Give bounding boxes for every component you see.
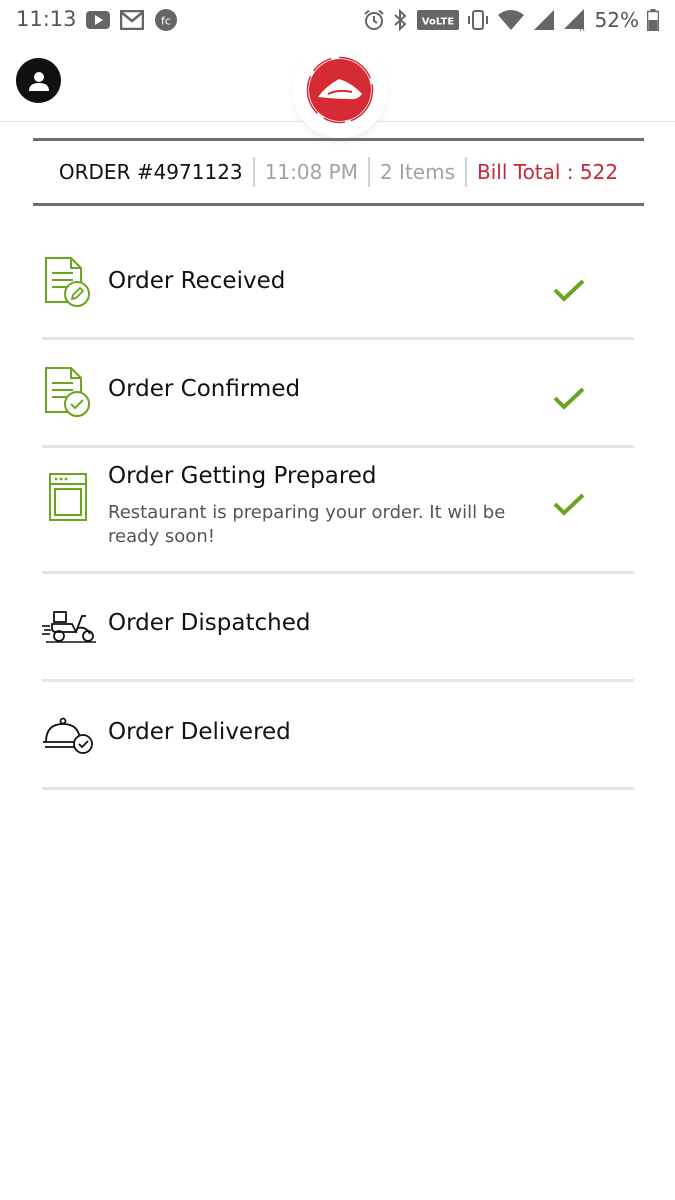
- order-time: 11:08 PM: [264, 160, 358, 184]
- document-check-icon: [42, 366, 94, 418]
- tracker-step-received: Order Received: [42, 232, 634, 340]
- battery-percentage: 52%: [594, 8, 639, 32]
- user-icon: [28, 71, 49, 91]
- order-summary: ORDER #4971123 11:08 PM 2 Items Bill Tot…: [33, 138, 644, 206]
- battery-icon: [647, 9, 659, 31]
- svg-text:VoLTE: VoLTE: [421, 17, 454, 28]
- scooter-icon: [42, 600, 96, 652]
- check-icon: [552, 492, 586, 518]
- status-time: 11:13: [16, 7, 77, 31]
- pizza-hut-logo[interactable]: [292, 42, 388, 138]
- svg-text:R: R: [579, 24, 585, 32]
- step-title: Order Received: [108, 268, 286, 294]
- oven-icon: [42, 472, 94, 524]
- status-bar: 11:13 fc VoLTE R 52%: [0, 0, 675, 40]
- step-title: Order Delivered: [108, 719, 291, 745]
- vibrate-icon: [467, 9, 489, 31]
- step-title: Order Confirmed: [108, 376, 301, 402]
- volte-icon: VoLTE: [416, 10, 459, 30]
- status-left-icons: fc: [86, 8, 178, 32]
- order-number: ORDER #4971123: [58, 160, 243, 184]
- bluetooth-icon: [393, 9, 409, 31]
- app-header: [0, 40, 675, 138]
- step-title: Order Dispatched: [108, 610, 311, 636]
- profile-button[interactable]: [16, 58, 61, 103]
- tracker-step-preparing: Order Getting Prepared Restaurant is pre…: [42, 448, 634, 574]
- signal-icon: [533, 9, 555, 31]
- pizza-hut-logo-icon: [306, 56, 374, 124]
- tracker-step-delivered: Order Delivered: [42, 682, 634, 790]
- tracker-step-confirmed: Order Confirmed: [42, 340, 634, 448]
- order-tracker: Order Received Order Confirmed Order Get…: [42, 232, 634, 790]
- youtube-icon: [86, 11, 110, 29]
- status-right-icons: VoLTE R 52%: [363, 7, 659, 33]
- check-icon: [552, 278, 586, 304]
- cloche-check-icon: [42, 710, 96, 762]
- order-bill-total: Bill Total : 522: [477, 160, 619, 184]
- fc-icon: fc: [154, 8, 178, 32]
- check-icon: [552, 386, 586, 412]
- wifi-icon: [497, 9, 525, 31]
- document-edit-icon: [42, 256, 94, 308]
- step-title: Order Getting Prepared: [108, 463, 377, 489]
- svg-text:fc: fc: [161, 15, 171, 28]
- alarm-icon: [363, 9, 385, 31]
- signal-roaming-icon: R: [563, 8, 587, 32]
- gmail-icon: [120, 10, 144, 30]
- tracker-step-dispatched: Order Dispatched: [42, 574, 634, 682]
- order-items-count: 2 Items: [379, 160, 455, 184]
- step-description: Restaurant is preparing your order. It w…: [108, 502, 506, 547]
